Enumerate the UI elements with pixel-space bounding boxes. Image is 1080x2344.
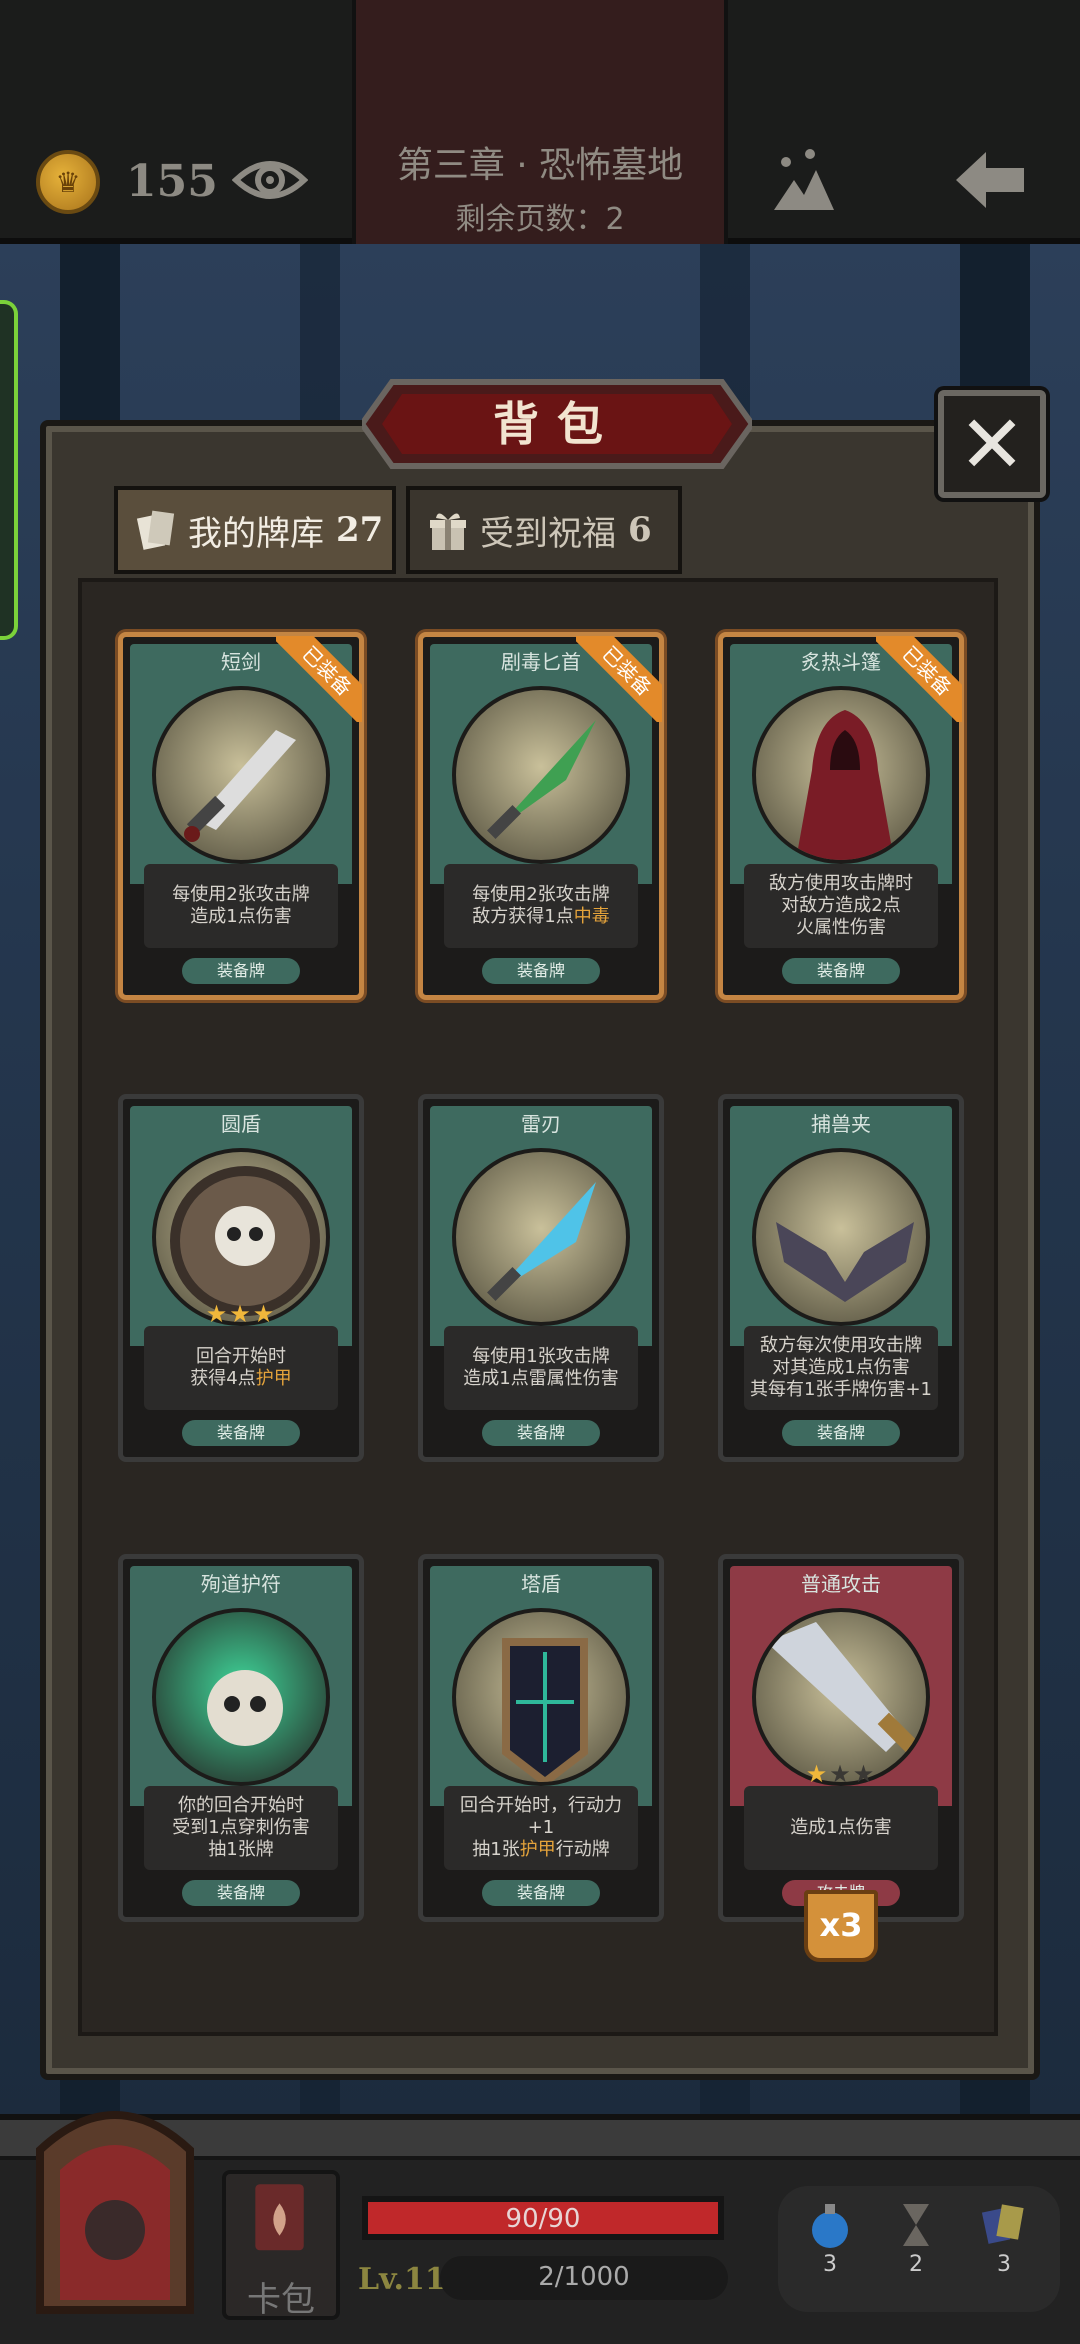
tab-blessings[interactable]: 受到祝福 6 [406, 486, 682, 574]
card-type: 装备牌 [182, 1420, 300, 1446]
card-pack-label: 卡包 [247, 2280, 315, 2320]
cards-icon [136, 510, 175, 550]
panel-title: 背包 [493, 397, 621, 451]
tab-count: 27 [336, 510, 384, 550]
card-basic-attack[interactable]: 普通攻击 ★★★ 造成1点伤害 攻击牌 [718, 1554, 964, 1922]
cards-count: 3 [997, 2252, 1011, 2277]
card-name: 塔盾 [521, 1572, 561, 1596]
pages-remaining: 剩余页数：2 [455, 202, 625, 237]
card-description: 敌方使用攻击牌时 对敌方造成2点 火属性伤害 [744, 864, 938, 948]
card-round-shield[interactable]: 圆盾 ★★★ 回合开始时 获得4点护甲 装备牌 [118, 1094, 364, 1462]
potion-icon [812, 2204, 848, 2248]
lightning-blade-icon [452, 1148, 630, 1326]
card-description: 回合开始时，行动力+1 抽1张护甲行动牌 [444, 1786, 638, 1870]
card-name: 圆盾 [221, 1112, 261, 1136]
xp-text: 2/1000 [538, 2262, 630, 2292]
back-arrow-icon[interactable] [950, 140, 1030, 220]
card-type: 装备牌 [782, 1420, 900, 1446]
hourglass-count: 2 [909, 2252, 923, 2277]
card-name: 雷刃 [521, 1112, 561, 1136]
eye-icon[interactable] [232, 152, 308, 208]
hourglass-counter[interactable]: 2 [886, 2200, 946, 2277]
close-icon: ✕ [958, 398, 1026, 491]
potion-counter[interactable]: 3 [800, 2200, 860, 2277]
card-description: 造成1点伤害 [744, 1786, 938, 1870]
card-type: 装备牌 [482, 1420, 600, 1446]
card-name: 捕兽夹 [811, 1112, 871, 1136]
cards-icon [981, 2204, 1024, 2244]
cards-counter[interactable]: 3 [974, 2200, 1034, 2277]
health-bar: 90/90 [362, 2196, 724, 2240]
card-poison-dagger[interactable]: 剧毒匕首 每使用2张攻击牌 敌方获得1点中毒 装备牌 已装备 [418, 632, 664, 1000]
equipped-badge: 已装备 [876, 636, 962, 722]
tab-label: 受到祝福 [480, 513, 616, 554]
equipped-badge: 已装备 [576, 636, 662, 722]
rarity-stars: ★★★ [205, 1300, 277, 1328]
card-tower-shield[interactable]: 塔盾 回合开始时，行动力+1 抽1张护甲行动牌 装备牌 [418, 1554, 664, 1922]
coin-icon: ♛ [36, 150, 100, 214]
card-thunder-blade[interactable]: 雷刃 每使用1张攻击牌 造成1点雷属性伤害 装备牌 [418, 1094, 664, 1462]
card-type: 装备牌 [182, 1880, 300, 1906]
card-martyr-amulet[interactable]: 殉道护符 你的回合开始时 受到1点穿刺伤害 抽1张牌 装备牌 [118, 1554, 364, 1922]
card-description: 每使用2张攻击牌 造成1点伤害 [144, 864, 338, 948]
tower-shield-icon [452, 1608, 630, 1786]
skull-amulet-icon [152, 1608, 330, 1786]
close-button[interactable]: ✕ [938, 390, 1046, 498]
potion-count: 3 [823, 2252, 837, 2277]
card-description: 每使用2张攻击牌 敌方获得1点中毒 [444, 864, 638, 948]
card-name: 殉道护符 [201, 1572, 281, 1596]
player-level: Lv.11 [358, 2262, 446, 2297]
card-short-sword[interactable]: 短剑 每使用2张攻击牌 造成1点伤害 装备牌 已装备 [118, 632, 364, 1000]
flame-book-icon [255, 2184, 304, 2251]
card-type: 装备牌 [782, 958, 900, 984]
side-drawer-tab[interactable] [0, 300, 18, 640]
equipped-badge: 已装备 [276, 636, 362, 722]
card-description: 每使用1张攻击牌 造成1点雷属性伤害 [444, 1326, 638, 1410]
card-type: 装备牌 [182, 958, 300, 984]
hero-portrait[interactable] [20, 2090, 210, 2320]
tab-my-deck[interactable]: 我的牌库 27 [114, 486, 396, 574]
health-text: 90/90 [505, 2204, 581, 2234]
gift-icon [430, 513, 466, 550]
card-type: 装备牌 [482, 1880, 600, 1906]
tab-count: 6 [628, 510, 652, 550]
card-count-badge: x3 [804, 1890, 878, 1962]
coin-count: 155 [126, 156, 218, 207]
card-type: 装备牌 [482, 958, 600, 984]
card-blazing-cloak[interactable]: 炙热斗篷 敌方使用攻击牌时 对敌方造成2点 火属性伤害 装备牌 已装备 [718, 632, 964, 1000]
xp-bar: 2/1000 [440, 2256, 728, 2300]
campfire-icon[interactable] [764, 140, 844, 220]
tab-label: 我的牌库 [188, 513, 324, 554]
card-description: 你的回合开始时 受到1点穿刺伤害 抽1张牌 [144, 1786, 338, 1870]
card-description: 回合开始时 获得4点护甲 [144, 1326, 338, 1410]
card-description: 敌方每次使用攻击牌 对其造成1点伤害 其每有1张手牌伤害+1 [744, 1326, 938, 1410]
bear-trap-icon [752, 1148, 930, 1326]
chapter-title: 第三章 · 恐怖墓地 [396, 145, 684, 186]
card-bear-trap[interactable]: 捕兽夹 敌方每次使用攻击牌 对其造成1点伤害 其每有1张手牌伤害+1 装备牌 [718, 1094, 964, 1462]
hourglass-icon [903, 2204, 929, 2246]
card-name: 普通攻击 [801, 1572, 881, 1596]
rarity-stars: ★★★ [805, 1760, 877, 1788]
